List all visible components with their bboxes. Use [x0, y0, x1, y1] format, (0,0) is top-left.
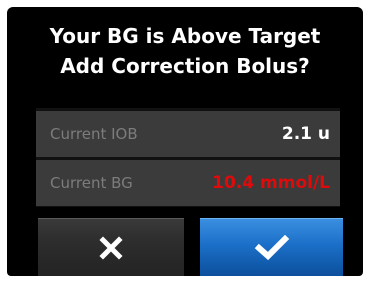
bg-value: 10.4 mmol/L [212, 173, 330, 193]
cancel-button[interactable] [38, 218, 184, 276]
iob-row: Current IOB 2.1 u [36, 111, 340, 157]
info-panel: Current IOB 2.1 u Current BG 10.4 mmol/L [36, 108, 340, 207]
bg-label: Current BG [50, 174, 133, 192]
confirm-button[interactable] [200, 218, 343, 276]
dialog-title-line2: Add Correction Bolus? [60, 54, 310, 78]
device-frame: Your BG is Above Target Add Correction B… [0, 0, 370, 281]
iob-label: Current IOB [50, 125, 138, 143]
checkmark-icon [254, 234, 290, 261]
bg-row: Current BG 10.4 mmol/L [36, 160, 340, 206]
close-icon [99, 235, 123, 260]
dialog-title: Your BG is Above Target Add Correction B… [7, 21, 363, 81]
dialog-title-line1: Your BG is Above Target [49, 24, 321, 48]
dialog-screen: Your BG is Above Target Add Correction B… [7, 7, 363, 276]
iob-value: 2.1 u [281, 124, 330, 144]
